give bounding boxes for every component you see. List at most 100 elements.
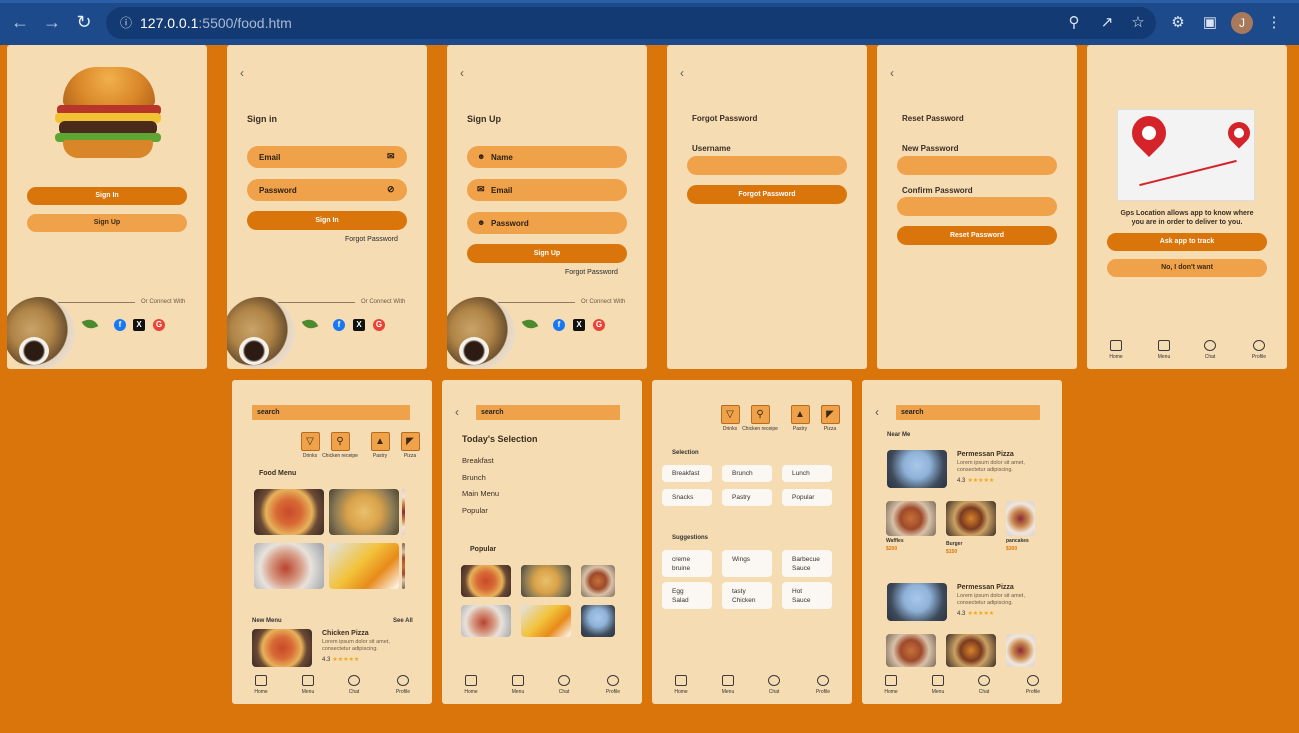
forward-arrow-icon[interactable]: → xyxy=(40,10,64,34)
filter-chip[interactable]: Brunch xyxy=(722,465,772,482)
food-image[interactable] xyxy=(461,605,511,637)
sign-in-button[interactable]: Sign In xyxy=(27,187,187,205)
food-image[interactable] xyxy=(581,605,615,637)
google-icon[interactable]: G xyxy=(153,319,165,331)
nav-home[interactable]: Home xyxy=(456,675,486,695)
confirm-password-input[interactable] xyxy=(897,197,1057,216)
category-drinks[interactable]: ▽ Drinks xyxy=(299,432,321,459)
nav-menu[interactable]: Menu xyxy=(1149,340,1179,360)
nav-chat[interactable]: Chat xyxy=(1195,340,1225,360)
category-chicken[interactable]: ⚲ Chicken receipe xyxy=(322,432,358,459)
filter-chip[interactable]: Pastry xyxy=(722,489,772,506)
food-image[interactable] xyxy=(521,565,571,597)
zoom-icon[interactable]: ⚲ xyxy=(1064,13,1084,33)
email-field[interactable]: ✉ Email xyxy=(467,179,627,201)
category-pizza[interactable]: ◤ Pizza xyxy=(819,405,841,432)
filter-chip[interactable]: Lunch xyxy=(782,465,832,482)
nav-chat[interactable]: Chat xyxy=(759,675,789,695)
x-icon[interactable]: X xyxy=(573,319,585,331)
bookmark-star-icon[interactable]: ☆ xyxy=(1128,13,1148,33)
reset-password-button[interactable]: Reset Password xyxy=(897,226,1057,245)
search-input[interactable]: search xyxy=(476,405,620,420)
food-image[interactable] xyxy=(887,583,947,621)
eye-off-icon[interactable]: ⊘ xyxy=(387,184,395,195)
back-arrow-icon[interactable]: ← xyxy=(8,10,32,34)
back-icon[interactable]: ‹ xyxy=(875,406,879,418)
profile-avatar[interactable]: J xyxy=(1231,12,1253,34)
reload-icon[interactable]: ↻ xyxy=(72,10,96,34)
nav-menu[interactable]: Menu xyxy=(923,675,953,695)
username-input[interactable] xyxy=(687,156,847,175)
food-image[interactable] xyxy=(887,450,947,488)
nav-chat[interactable]: Chat xyxy=(549,675,579,695)
suggestion-chip[interactable]: Hot Sauce xyxy=(782,582,832,609)
nav-home[interactable]: Home xyxy=(666,675,696,695)
password-field[interactable]: ☻ Password xyxy=(467,212,627,234)
sign-up-button[interactable]: Sign Up xyxy=(27,214,187,232)
food-image[interactable] xyxy=(329,489,399,535)
google-icon[interactable]: G xyxy=(373,319,385,331)
selection-item[interactable]: Breakfast xyxy=(462,456,494,465)
food-image[interactable] xyxy=(521,605,571,637)
food-image[interactable] xyxy=(461,565,511,597)
food-image[interactable] xyxy=(886,634,936,667)
google-icon[interactable]: G xyxy=(593,319,605,331)
name-field[interactable]: ☻ Name xyxy=(467,146,627,168)
back-icon[interactable]: ‹ xyxy=(240,67,244,79)
extensions-icon[interactable]: ⚙ xyxy=(1168,13,1188,33)
category-chicken[interactable]: ⚲ Chicken receipe xyxy=(742,405,778,432)
food-image[interactable] xyxy=(254,543,324,589)
food-image[interactable] xyxy=(946,501,996,536)
sign-in-submit-button[interactable]: Sign In xyxy=(247,211,407,230)
food-image[interactable] xyxy=(402,543,405,589)
filter-chip[interactable]: Popular xyxy=(782,489,832,506)
new-password-input[interactable] xyxy=(897,156,1057,175)
facebook-icon[interactable]: f xyxy=(333,319,345,331)
category-pastry[interactable]: ▲ Pastry xyxy=(789,405,811,432)
nav-chat[interactable]: Chat xyxy=(969,675,999,695)
share-icon[interactable]: ↗ xyxy=(1097,13,1117,33)
back-icon[interactable]: ‹ xyxy=(455,406,459,418)
nav-home[interactable]: Home xyxy=(876,675,906,695)
category-pizza[interactable]: ◤ Pizza xyxy=(399,432,421,459)
menu-kebab-icon[interactable]: ⋮ xyxy=(1264,13,1284,33)
facebook-icon[interactable]: f xyxy=(114,319,126,331)
food-image[interactable] xyxy=(1006,501,1035,536)
selection-item[interactable]: Main Menu xyxy=(462,489,499,498)
info-icon[interactable]: ⓘ xyxy=(116,13,136,33)
selection-item[interactable]: Popular xyxy=(462,506,488,515)
side-panel-icon[interactable]: ▣ xyxy=(1200,13,1220,33)
suggestion-chip[interactable]: creme bruine xyxy=(662,550,712,577)
nav-profile[interactable]: Profile xyxy=(1244,340,1274,360)
food-image[interactable] xyxy=(886,501,936,536)
see-all-link[interactable]: See All xyxy=(393,618,413,624)
nav-home[interactable]: Home xyxy=(1101,340,1131,360)
food-image[interactable] xyxy=(254,489,324,535)
nav-profile[interactable]: Profile xyxy=(1018,675,1048,695)
forgot-password-button[interactable]: Forgot Password xyxy=(687,185,847,204)
x-icon[interactable]: X xyxy=(353,319,365,331)
url-text[interactable]: 127.0.0.1:5500/food.htm xyxy=(140,15,292,31)
nav-profile[interactable]: Profile xyxy=(388,675,418,695)
nav-menu[interactable]: Menu xyxy=(293,675,323,695)
x-icon[interactable]: X xyxy=(133,319,145,331)
selection-item[interactable]: Brunch xyxy=(462,473,486,482)
forgot-password-link[interactable]: Forgot Password xyxy=(345,236,398,243)
email-field[interactable]: Email ✉ xyxy=(247,146,407,168)
food-image[interactable] xyxy=(329,543,399,589)
back-icon[interactable]: ‹ xyxy=(460,67,464,79)
nav-home[interactable]: Home xyxy=(246,675,276,695)
suggestion-chip[interactable]: Wings xyxy=(722,550,772,577)
search-input[interactable]: search xyxy=(252,405,410,420)
facebook-icon[interactable]: f xyxy=(553,319,565,331)
filter-chip[interactable]: Snacks xyxy=(662,489,712,506)
food-image[interactable] xyxy=(252,629,312,667)
search-input[interactable]: search xyxy=(896,405,1040,420)
nav-profile[interactable]: Profile xyxy=(808,675,838,695)
food-image[interactable] xyxy=(1006,634,1035,667)
nav-menu[interactable]: Menu xyxy=(713,675,743,695)
food-image[interactable] xyxy=(581,565,615,597)
nav-menu[interactable]: Menu xyxy=(503,675,533,695)
password-field[interactable]: Password ⊘ xyxy=(247,179,407,201)
back-icon[interactable]: ‹ xyxy=(680,67,684,79)
